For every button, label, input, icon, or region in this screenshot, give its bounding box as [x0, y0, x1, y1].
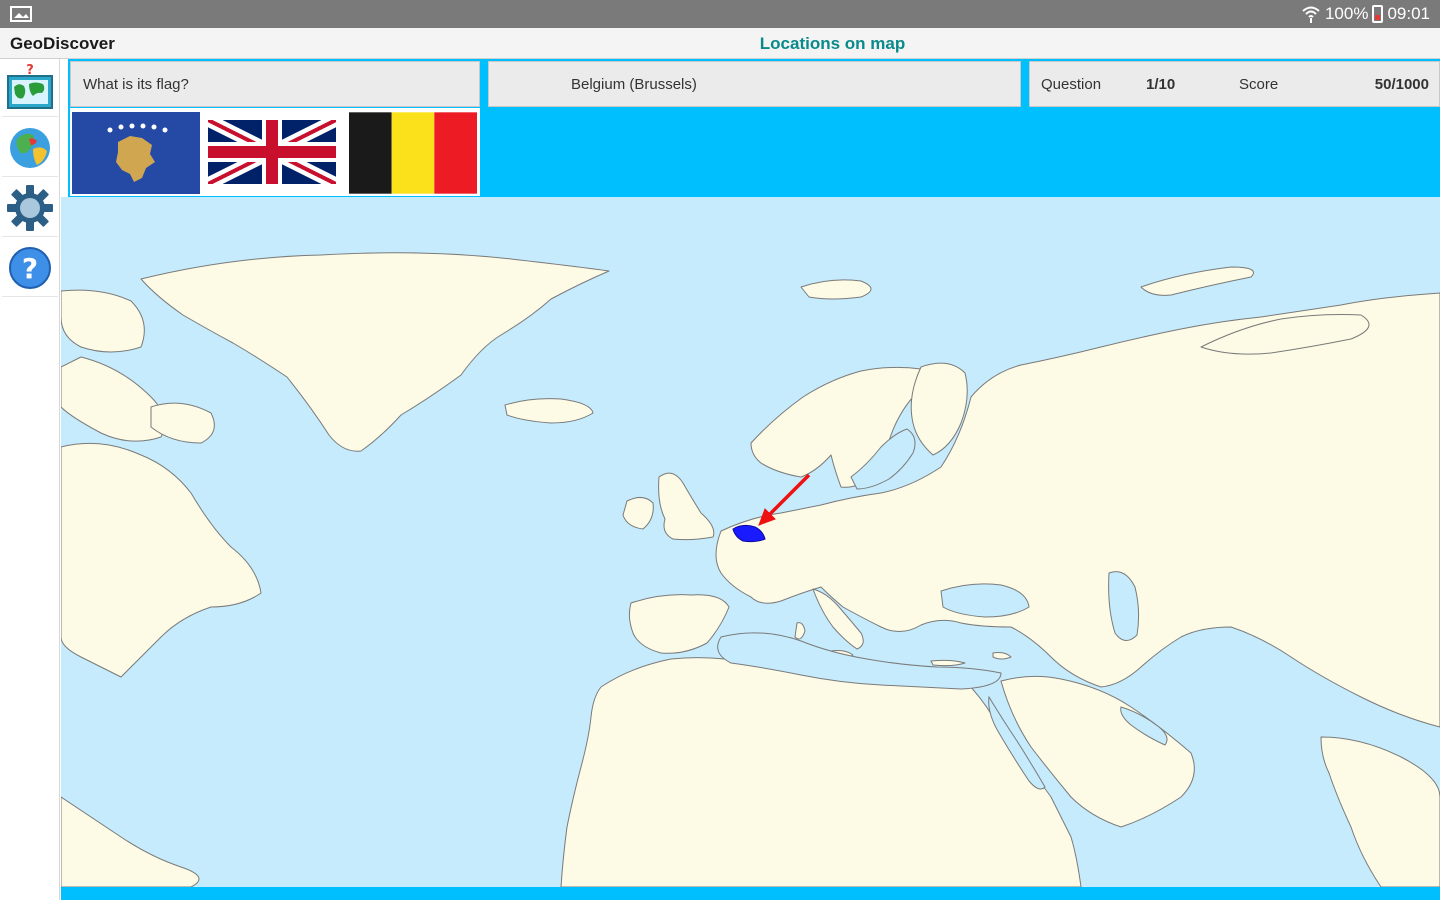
africa [560, 657, 1082, 887]
answer-box: Belgium (Brussels) [488, 61, 1021, 107]
great-britain [658, 472, 715, 541]
gear-icon [7, 184, 53, 231]
app-title: GeoDiscover [10, 34, 115, 53]
flag-options [70, 108, 480, 196]
title-bar: GeoDiscover Locations on map [0, 28, 1440, 59]
country-name: Belgium (Brussels) [571, 76, 697, 93]
world-map[interactable] [61, 197, 1440, 887]
clock: 09:01 [1387, 4, 1430, 23]
question-label: Question [1041, 76, 1102, 93]
kosovo-flag[interactable] [72, 112, 200, 194]
map-quiz-icon: ? [7, 63, 53, 109]
screenshot-icon [10, 6, 32, 22]
score-label: Score [1239, 76, 1279, 93]
battery-percentage: 100% [1324, 4, 1369, 23]
question-text: What is its flag? [83, 76, 189, 93]
sidebar-item-globe[interactable] [2, 119, 58, 177]
ireland [622, 497, 654, 530]
sidebar-item-help[interactable]: ? [2, 239, 58, 297]
globe-icon [10, 127, 50, 168]
sidebar-item-map-quiz[interactable]: ? [2, 59, 58, 117]
map-canvas [61, 252, 1440, 887]
battery-icon [1372, 5, 1384, 23]
united-kingdom-flag[interactable] [208, 120, 336, 184]
sidebar-item-settings[interactable] [2, 179, 58, 237]
iberia [628, 594, 730, 654]
belgium-flag[interactable] [349, 112, 477, 194]
iceland [504, 398, 594, 424]
north-america [61, 442, 262, 678]
help-icon: ? [9, 246, 51, 289]
score-value: 50/1000 [1374, 76, 1429, 93]
svg-text:?: ? [22, 252, 38, 285]
bottom-strip [61, 887, 1440, 900]
arctic-islands [61, 289, 145, 353]
svg-text:?: ? [26, 63, 34, 78]
question-counter: 1/10 [1146, 76, 1176, 93]
screen-title: Locations on map [759, 34, 906, 53]
score-box: Question 1/10 Score 50/1000 [1029, 61, 1440, 107]
sidebar: ? ? [0, 59, 60, 900]
question-box: What is its flag? [70, 61, 480, 107]
status-bar: 100% 09:01 [0, 0, 1440, 28]
india [1320, 736, 1440, 887]
wifi-icon [1302, 6, 1320, 23]
